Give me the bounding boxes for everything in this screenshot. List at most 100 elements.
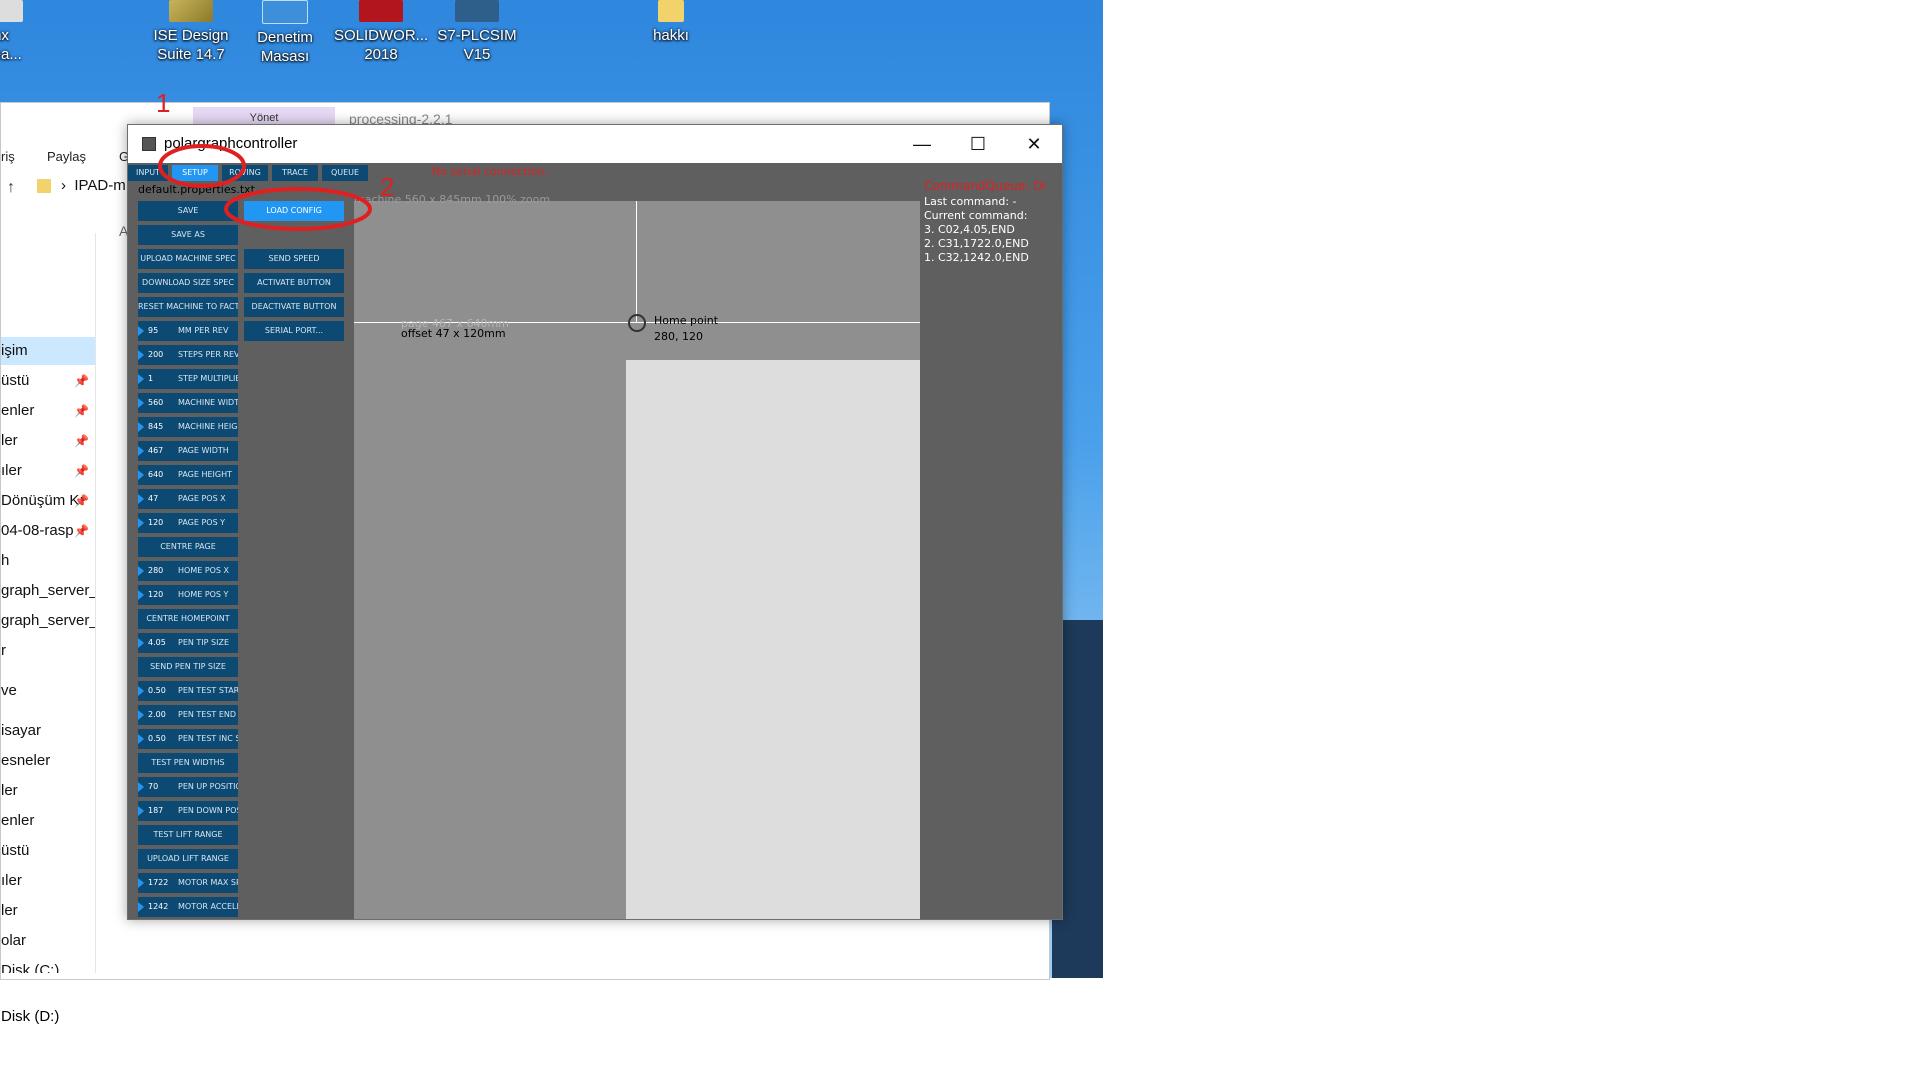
param-page-pos-y[interactable]: 120 PAGE POS Y (138, 513, 238, 533)
param-mm-per-rev[interactable]: 95 MM PER REV (138, 321, 238, 341)
param-steps-per-rev[interactable]: 200 STEPS PER REV (138, 345, 238, 365)
nav-item[interactable]: Disk (D:) (1, 1003, 95, 1031)
nav-item[interactable]: 04-08-rasp 📌 (1, 517, 95, 545)
nav-item[interactable]: ler (1, 897, 95, 925)
param-value: 280 (148, 566, 164, 575)
nav-item[interactable]: esneler (1, 747, 95, 775)
address-bar[interactable]: › IPAD-m (61, 177, 126, 194)
drawing-area[interactable] (354, 201, 1062, 919)
offset-info: offset 47 x 120mm (401, 327, 506, 340)
send-pen-tip-size-button[interactable]: SEND PEN TIP SIZE (138, 657, 238, 677)
desktop-icon-s7plcsim[interactable]: S7-PLCSIM V15 (430, 0, 524, 64)
folder-icon (37, 179, 51, 193)
test-lift-range-button[interactable]: TEST LIFT RANGE (138, 825, 238, 845)
home-point-icon[interactable] (628, 314, 646, 332)
triangle-icon (138, 470, 144, 480)
param-motor-acceleration[interactable]: 1242 MOTOR ACCELERATION (138, 897, 238, 917)
desktop-icon-label: V15 (463, 46, 491, 63)
nav-item[interactable]: Dönüşüm Kı 📌 (1, 487, 95, 515)
ribbon-item-share[interactable]: Paylaş (47, 149, 86, 164)
nav-item[interactable]: enler (1, 807, 95, 835)
param-value: 200 (148, 350, 164, 359)
triangle-icon (138, 710, 144, 720)
param-pen-down-position[interactable]: 187 PEN DOWN POSITION (138, 801, 238, 821)
activate-button[interactable]: ACTIVATE BUTTON (244, 273, 344, 293)
download-size-spec-button[interactable]: DOWNLOAD SIZE SPEC (138, 273, 238, 293)
desktop-icon-nx[interactable]: nx thea... (0, 0, 48, 64)
param-page-width[interactable]: 467 PAGE WIDTH (138, 441, 238, 461)
serial-port-button[interactable]: SERIAL PORT... (244, 321, 344, 341)
param-home-pos-x[interactable]: 280 HOME POS X (138, 561, 238, 581)
param-label: PEN TEST START TIP (178, 686, 238, 695)
nav-item[interactable]: işim (1, 337, 95, 365)
param-value: 560 (148, 398, 164, 407)
param-pen-up-position[interactable]: 70 PEN UP POSITION (138, 777, 238, 797)
pin-icon: 📌 (74, 404, 89, 418)
param-machine-width[interactable]: 560 MACHINE WIDTH (138, 393, 238, 413)
maximize-button[interactable]: ☐ (950, 125, 1006, 163)
upload-lift-range-button[interactable]: UPLOAD LIFT RANGE (138, 849, 238, 869)
param-value: 1242 (148, 902, 169, 911)
nav-item[interactable]: olar (1, 927, 95, 955)
param-value: 2.00 (148, 710, 166, 719)
param-label: PAGE WIDTH (178, 446, 229, 455)
queue-item: 1. C32,1242.0,END (924, 251, 1029, 264)
param-label: MM PER REV (178, 326, 229, 335)
nav-item[interactable]: h (1, 547, 95, 575)
param-machine-height[interactable]: 845 MACHINE HEIGHT (138, 417, 238, 437)
minimize-button[interactable]: — (894, 125, 950, 163)
param-pen-test-end-tip[interactable]: 2.00 PEN TEST END TIP (138, 705, 238, 725)
param-motor-max-speed[interactable]: 1722 MOTOR MAX SPEED (138, 873, 238, 893)
nav-item-label: isayar (1, 722, 42, 739)
nav-item[interactable]: üstü 📌 (1, 367, 95, 395)
desktop-icon-solidworks[interactable]: SOLIDWOR... 2018 (334, 0, 428, 64)
nav-item[interactable]: r (1, 637, 95, 665)
nav-item-label: esneler (1, 752, 51, 769)
reset-machine-button[interactable]: RESET MACHINE TO FACTORY (138, 297, 238, 317)
nav-item[interactable]: Disk (C:) (1, 957, 95, 973)
up-arrow-icon[interactable]: ↑ (7, 179, 15, 197)
nav-item[interactable]: ler 📌 (1, 427, 95, 455)
nav-item[interactable]: graph_server_a (1, 607, 95, 635)
desktop-icon-label: hakkı (653, 27, 689, 44)
param-home-pos-y[interactable]: 120 HOME POS Y (138, 585, 238, 605)
nav-item[interactable]: graph_server_a (1, 577, 95, 605)
upload-machine-spec-button[interactable]: UPLOAD MACHINE SPEC (138, 249, 238, 269)
param-page-pos-x[interactable]: 47 PAGE POS X (138, 489, 238, 509)
queue-panel: CommandQueue: Ol Last command: - Current… (920, 163, 1062, 919)
desktop-icon-hakki[interactable]: hakkı (624, 0, 718, 45)
deactivate-button[interactable]: DEACTIVATE BUTTON (244, 297, 344, 317)
param-pen-test-start-tip[interactable]: 0.50 PEN TEST START TIP (138, 681, 238, 701)
nav-item-label: Disk (D:) (1, 1008, 60, 1025)
ribbon-item[interactable]: riş (1, 149, 15, 164)
param-step-multiplier[interactable]: 1 STEP MULTIPLIER (138, 369, 238, 389)
close-button[interactable]: ✕ (1006, 125, 1062, 163)
triangle-icon (138, 326, 144, 336)
triangle-icon (138, 566, 144, 576)
nav-item[interactable]: ıler (1, 867, 95, 895)
param-value: 1722 (148, 878, 169, 887)
param-value: 467 (148, 446, 164, 455)
test-pen-widths-button[interactable]: TEST PEN WIDTHS (138, 753, 238, 773)
nav-item[interactable]: isayar (1, 717, 95, 745)
desktop-icon-ise[interactable]: ISE Design Suite 14.7 (144, 0, 238, 64)
control-panel-icon (262, 0, 308, 24)
nav-item-label: olar (1, 932, 27, 949)
param-page-height[interactable]: 640 PAGE HEIGHT (138, 465, 238, 485)
nav-item[interactable]: ıler 📌 (1, 457, 95, 485)
nav-item[interactable]: ve (1, 677, 95, 705)
nav-item[interactable]: ler (1, 777, 95, 805)
nav-item-label: 04-08-rasp (1, 522, 74, 539)
desktop-icon-label: Suite 14.7 (157, 46, 225, 63)
desktop-icon-control-panel[interactable]: Denetim Masası (238, 0, 332, 66)
centre-homepoint-button[interactable]: CENTRE HOMEPOINT (138, 609, 238, 629)
send-speed-button[interactable]: SEND SPEED (244, 249, 344, 269)
param-pen-test-inc-size[interactable]: 0.50 PEN TEST INC SIZE (138, 729, 238, 749)
nav-item[interactable]: üstü (1, 837, 95, 865)
param-value: 120 (148, 518, 164, 527)
pin-icon: 📌 (74, 464, 89, 478)
centre-page-button[interactable]: CENTRE PAGE (138, 537, 238, 557)
nav-item[interactable]: enler 📌 (1, 397, 95, 425)
param-label: MACHINE WIDTH (178, 398, 238, 407)
param-pen-tip-size[interactable]: 4.05 PEN TIP SIZE (138, 633, 238, 653)
